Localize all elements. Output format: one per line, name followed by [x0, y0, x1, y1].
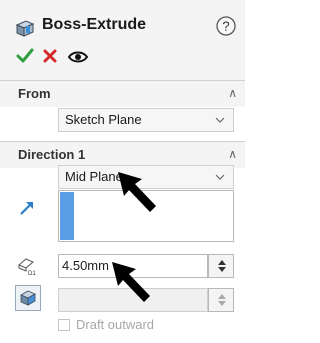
chevron-up-icon[interactable]: ∧	[228, 86, 237, 100]
chevron-down-icon	[215, 117, 225, 123]
eye-icon[interactable]	[67, 49, 89, 65]
pointer-arrow-icon	[112, 262, 150, 302]
feature-title: Boss-Extrude	[42, 16, 147, 33]
extrude-feature-icon	[15, 20, 35, 37]
draft-icon	[20, 290, 36, 306]
svg-text:?: ?	[222, 19, 229, 34]
x-icon[interactable]	[42, 48, 58, 64]
spin-down-icon	[218, 301, 226, 306]
from-select-value: Sketch Plane	[65, 112, 142, 127]
checkmark-icon[interactable]	[16, 48, 34, 64]
draft-outward-checkbox[interactable]	[58, 319, 70, 331]
depth-spinner[interactable]	[208, 254, 234, 278]
property-manager-header	[0, 0, 245, 80]
depth-dimension-icon: D1	[18, 258, 36, 277]
help-icon[interactable]: ?	[214, 14, 238, 38]
reverse-direction-arrow-icon[interactable]	[18, 199, 36, 217]
chevron-down-icon	[215, 174, 225, 180]
selection-indicator	[60, 192, 74, 240]
chevron-up-icon[interactable]: ∧	[228, 147, 237, 161]
from-select[interactable]: Sketch Plane	[58, 108, 234, 132]
from-section-title: From	[18, 86, 51, 101]
svg-text:D1: D1	[28, 271, 36, 277]
draft-angle-spinner	[208, 288, 234, 312]
pointer-arrow-icon	[118, 172, 156, 212]
end-condition-value: Mid Plane	[65, 169, 123, 184]
draft-toggle-button[interactable]	[15, 285, 41, 311]
spin-up-icon	[218, 294, 226, 299]
spin-up-icon[interactable]	[218, 260, 226, 265]
spin-down-icon[interactable]	[218, 267, 226, 272]
direction1-section-title: Direction 1	[18, 147, 86, 162]
draft-outward-label: Draft outward	[76, 317, 155, 332]
